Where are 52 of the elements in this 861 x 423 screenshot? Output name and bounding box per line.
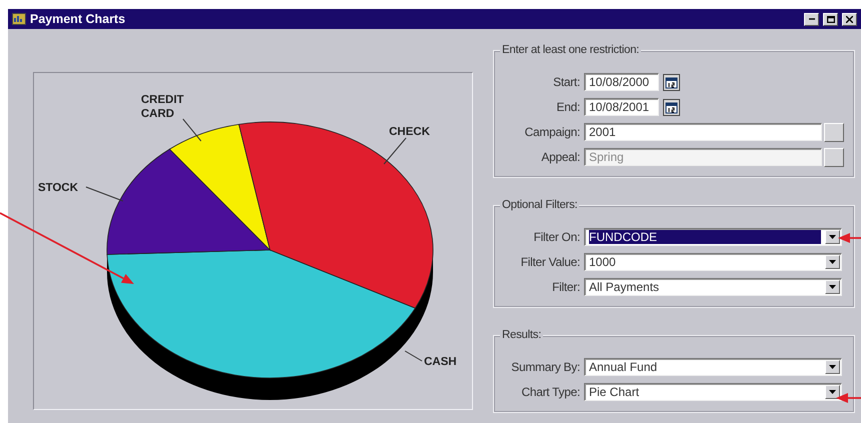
dropdown-button[interactable] [825,280,840,294]
caret-icon [829,260,836,264]
dropdown-field[interactable]: Annual Fund [584,358,842,376]
annotation-arrow [836,393,861,403]
field-label: Filter Value: [520,255,581,269]
dropdown-button[interactable] [825,255,840,269]
slice-label: STOCK [38,181,78,195]
dropdown-field[interactable]: Pie Chart [584,383,842,401]
minimize-button[interactable] [804,12,819,26]
browse-button[interactable] [824,122,844,142]
slice-label: CASH [424,355,457,369]
leader-line [86,186,124,202]
field-label: Appeal: [540,150,581,164]
minimize-icon [808,18,814,20]
date-field[interactable]: 10/08/2000 [584,73,659,91]
caret-icon [829,235,836,239]
field-label: Summary By: [510,360,581,374]
slice-label: CHECK [389,125,430,139]
leader-line [182,118,202,142]
field-label: Start: [552,75,581,89]
maximize-button[interactable] [823,12,838,26]
calendar-icon[interactable] [663,98,680,116]
group-title: Enter at least one restriction: [500,44,642,56]
field-label: Filter On: [532,230,581,244]
field-label: Campaign: [524,125,581,139]
text-field[interactable]: 2001 [584,123,822,141]
field-label: Filter: [551,280,581,294]
leader-line [404,350,422,362]
group-title: Results: [500,329,544,341]
maximize-icon [826,16,834,22]
leader-line [384,138,406,164]
app-icon [12,13,26,25]
caret-icon [829,390,836,394]
dropdown-field[interactable]: FUNDCODE [584,228,842,246]
browse-button[interactable] [824,148,844,166]
caret-icon [829,365,836,369]
dropdown-button[interactable] [825,230,840,244]
dropdown-field[interactable]: All Payments [584,278,842,296]
slice-label: CREDIT CARD [141,93,185,121]
window-title: Payment Charts [30,12,126,26]
calendar-icon[interactable] [663,74,680,90]
dropdown-button[interactable] [825,385,840,399]
close-icon [846,16,853,22]
annotation-arrow [838,233,861,243]
field-label: Chart Type: [520,385,581,399]
field-label: End: [556,100,581,114]
dropdown-button[interactable] [825,360,840,374]
close-button[interactable] [842,12,857,26]
caret-icon [829,285,836,289]
date-field[interactable]: 10/08/2001 [584,98,659,116]
dropdown-field[interactable]: 1000 [584,253,842,271]
group-title: Optional Filters: [500,199,580,211]
